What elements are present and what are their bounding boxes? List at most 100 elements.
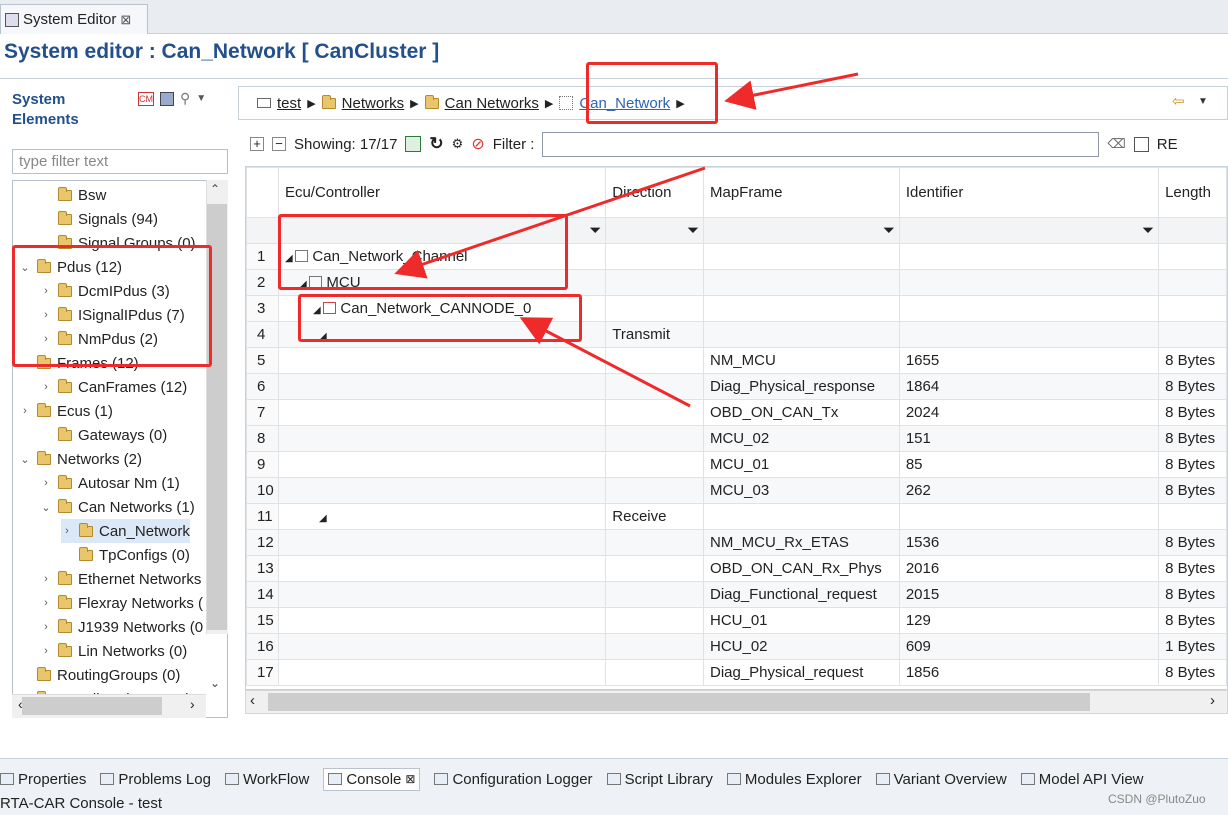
scroll-down-icon[interactable]: ⌄ — [210, 676, 220, 690]
length-cell[interactable]: 8 Bytes — [1158, 555, 1227, 582]
bottom-tab[interactable]: Variant Overview — [875, 771, 1007, 788]
row-number[interactable]: 5 — [246, 347, 279, 374]
table-row[interactable]: 5 NM_MCU 1655 8 Bytes — [246, 347, 1227, 374]
filter-icon[interactable]: ⏷ — [1142, 222, 1154, 239]
column-header-ecu-controller[interactable]: Ecu/Controller — [277, 167, 607, 218]
mapframe-cell[interactable] — [702, 269, 900, 296]
direction-cell[interactable] — [605, 633, 704, 660]
tree-item[interactable]: › Ecus (1) — [19, 399, 113, 423]
cm-icon[interactable]: CM — [138, 91, 154, 106]
length-cell[interactable]: 8 Bytes — [1158, 425, 1227, 452]
row-number[interactable]: 10 — [246, 477, 279, 504]
collapse-toggle-icon[interactable]: ◢ — [319, 513, 327, 524]
chevron-right-icon[interactable]: ▶ — [545, 97, 553, 110]
mapframe-cell[interactable]: OBD_ON_CAN_Rx_Phys — [702, 555, 900, 582]
bottom-tab[interactable]: Script Library — [606, 771, 713, 788]
identifier-cell[interactable]: 2016 — [898, 555, 1160, 582]
identifier-cell[interactable] — [898, 503, 1160, 530]
identifier-cell[interactable]: 609 — [898, 633, 1160, 660]
table-row[interactable]: 6 Diag_Physical_response 1864 8 Bytes — [246, 373, 1227, 400]
ecu-cell[interactable] — [277, 399, 607, 426]
direction-cell[interactable] — [605, 347, 704, 374]
direction-cell[interactable]: Transmit — [605, 321, 704, 348]
close-icon[interactable]: ⊠ — [120, 12, 131, 28]
identifier-cell[interactable]: 2024 — [898, 399, 1160, 426]
expand-right-icon[interactable]: › — [40, 573, 52, 585]
table-row[interactable]: 17 Diag_Physical_request 1856 8 Bytes — [246, 659, 1227, 686]
bottom-tab[interactable]: Problems Log — [100, 771, 211, 788]
table-row[interactable]: 8 MCU_02 151 8 Bytes — [246, 425, 1227, 452]
filter-input[interactable] — [542, 131, 1100, 157]
refresh-icon[interactable]: ↻ — [429, 134, 443, 154]
direction-cell[interactable] — [605, 659, 704, 686]
table-row[interactable]: 14 Diag_Functional_request 2015 8 Bytes — [246, 581, 1227, 608]
table-hscroll-thumb[interactable] — [268, 693, 1090, 711]
length-cell[interactable]: 8 Bytes — [1158, 581, 1227, 608]
scroll-up-icon[interactable]: ⌃ — [210, 182, 220, 196]
identifier-cell[interactable]: 1655 — [898, 347, 1160, 374]
tree-item[interactable]: › Autosar Nm (1) — [40, 471, 180, 495]
ecu-cell[interactable] — [277, 373, 607, 400]
row-number[interactable]: 14 — [246, 581, 279, 608]
ecu-cell[interactable] — [277, 477, 607, 504]
expand-right-icon[interactable]: › — [40, 621, 52, 633]
table-row[interactable]: 7 OBD_ON_CAN_Tx 2024 8 Bytes — [246, 399, 1227, 426]
row-number[interactable]: 1 — [246, 243, 279, 270]
column-header-mapframe[interactable]: MapFrame — [702, 167, 900, 218]
row-number[interactable]: 15 — [246, 607, 279, 634]
row-number[interactable]: 9 — [246, 451, 279, 478]
tree-item[interactable]: › Flexray Networks ( — [40, 591, 203, 615]
identifier-cell[interactable]: 1864 — [898, 373, 1160, 400]
direction-cell[interactable] — [605, 529, 704, 556]
length-cell[interactable] — [1158, 321, 1227, 348]
table-row[interactable]: 11 ◢ Receive — [246, 503, 1227, 530]
direction-cell[interactable] — [605, 399, 704, 426]
bottom-tab[interactable]: Console ⊠ — [323, 767, 421, 791]
length-cell[interactable] — [1158, 243, 1227, 270]
row-number[interactable]: 13 — [246, 555, 279, 582]
length-cell[interactable] — [1158, 269, 1227, 296]
filter-cell[interactable]: ⏷ — [605, 217, 704, 244]
filter-icon[interactable]: ⏷ — [687, 222, 699, 239]
expand-right-icon[interactable]: › — [40, 381, 52, 393]
ecu-cell[interactable] — [277, 659, 607, 686]
ecu-cell[interactable] — [277, 451, 607, 478]
direction-cell[interactable] — [605, 581, 704, 608]
identifier-cell[interactable]: 129 — [898, 607, 1160, 634]
ecu-cell[interactable] — [277, 425, 607, 452]
chevron-right-icon[interactable]: ▶ — [307, 97, 315, 110]
row-number[interactable]: 8 — [246, 425, 279, 452]
row-number[interactable]: 7 — [246, 399, 279, 426]
direction-cell[interactable] — [605, 243, 704, 270]
filter-icon[interactable]: ⚲ — [180, 90, 190, 107]
tree-hscroll-thumb[interactable] — [22, 697, 162, 715]
tree-item[interactable]: Gateways (0) — [40, 423, 167, 447]
direction-cell[interactable]: Receive — [605, 503, 704, 530]
table-row[interactable]: 15 HCU_01 129 8 Bytes — [246, 607, 1227, 634]
identifier-cell[interactable]: 85 — [898, 451, 1160, 478]
identifier-cell[interactable]: 2015 — [898, 581, 1160, 608]
bottom-tab[interactable]: Model API View — [1020, 771, 1144, 788]
breadcrumb-networks[interactable]: Networks — [342, 95, 405, 112]
expand-right-icon[interactable]: › — [40, 645, 52, 657]
length-cell[interactable]: 8 Bytes — [1158, 477, 1227, 504]
length-cell[interactable]: 8 Bytes — [1158, 347, 1227, 374]
mapframe-cell[interactable]: Diag_Functional_request — [702, 581, 900, 608]
direction-cell[interactable] — [605, 607, 704, 634]
length-cell[interactable]: 8 Bytes — [1158, 373, 1227, 400]
scroll-left-icon[interactable]: ‹ — [250, 692, 255, 709]
ecu-cell[interactable] — [277, 347, 607, 374]
row-number[interactable]: 3 — [246, 295, 279, 322]
tree-item[interactable]: › CanFrames (12) — [40, 375, 187, 399]
row-number[interactable]: 12 — [246, 529, 279, 556]
identifier-cell[interactable] — [898, 243, 1160, 270]
direction-cell[interactable] — [605, 425, 704, 452]
chevron-down-icon[interactable]: ▼ — [1198, 96, 1208, 107]
length-cell[interactable] — [1158, 503, 1227, 530]
identifier-cell[interactable]: 151 — [898, 425, 1160, 452]
mapframe-cell[interactable]: MCU_01 — [702, 451, 900, 478]
mapframe-cell[interactable]: NM_MCU — [702, 347, 900, 374]
identifier-cell[interactable] — [898, 269, 1160, 296]
table-row[interactable]: 12 NM_MCU_Rx_ETAS 1536 8 Bytes — [246, 529, 1227, 556]
collapse-icon[interactable] — [160, 91, 174, 106]
